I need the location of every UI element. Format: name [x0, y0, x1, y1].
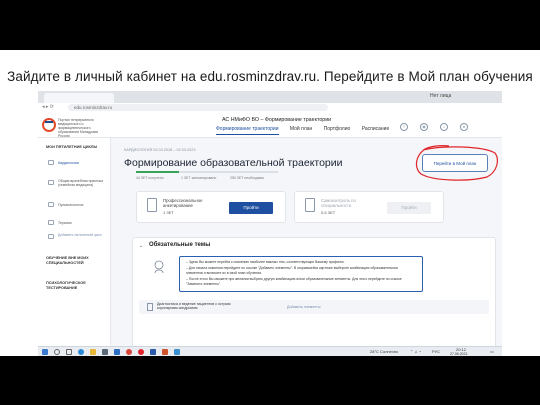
- document-icon: [147, 198, 157, 212]
- powerpoint-icon[interactable]: [162, 349, 168, 355]
- site-header: Портал непрерывного медицинского и фарма…: [38, 113, 502, 138]
- notification-icon[interactable]: ▭: [490, 349, 494, 354]
- cycle-icon: [48, 180, 54, 185]
- selfcontrol-go-button[interactable]: Пройти: [387, 202, 431, 214]
- page-title: Формирование образовательной траектории: [124, 157, 343, 169]
- search-icon[interactable]: [54, 349, 60, 355]
- sidebar: МОИ ПЯТИЛЕТНИЕ ЦИКЛЫ Кардиология Общая в…: [38, 138, 111, 356]
- survey-card: Профессиональное анкетирование 1 ЗЕТ Про…: [136, 191, 286, 223]
- taskbar: 28°C Солнечно ⌃ ♫ ◔ РУС 20:12 27.06.2021…: [38, 346, 502, 356]
- info-line: – Для начала освоения перейдите по ссылк…: [186, 266, 399, 270]
- sidebar-section-other[interactable]: ОБУЧЕНИЕ ВНЕ МОИХ СПЕЦИАЛЬНОСТЕЙ: [46, 256, 106, 265]
- browser-right-tab[interactable]: Нет лица: [430, 93, 451, 99]
- main-nav: Формирование траектории Мой план Портфол…: [216, 126, 399, 135]
- section-title: Обязательные темы: [149, 242, 211, 248]
- nav-schedule[interactable]: Расписание: [362, 126, 390, 132]
- language[interactable]: РУС: [432, 349, 440, 354]
- sidebar-section-psych[interactable]: ПСИХОЛОГИЧЕСКОЕ ТЕСТИРОВАНИЕ: [46, 281, 106, 290]
- sidebar-item-general-practice[interactable]: Общая врачебная практика (семейная медиц…: [58, 179, 108, 187]
- topic-title: Диагностика и ведение пациентов с острым…: [157, 302, 231, 310]
- progress-label-needed: 250 ЗЕТ необходимо: [230, 176, 265, 180]
- required-topics-section: ⌄ Обязательные темы – Здесь Вы можете пе…: [132, 237, 496, 356]
- nav-arrows-icon[interactable]: ◂ ▸ ⟳: [42, 104, 54, 110]
- photos-icon[interactable]: [174, 349, 180, 355]
- cycle-icon: [48, 160, 54, 165]
- bottom-black-band: [0, 356, 540, 405]
- browser-screenshot: Нет лица ◂ ▸ ⟳ edu.rosminzdrav.ru Портал…: [38, 91, 502, 356]
- card-title: Профессиональное анкетирование: [163, 198, 203, 208]
- store-icon[interactable]: [102, 349, 108, 355]
- topic-row: Диагностика и ведение пациентов с острым…: [139, 300, 489, 314]
- add-elements-link[interactable]: Добавить элементы: [287, 305, 320, 309]
- sidebar-section-cycles: МОИ ПЯТИЛЕТНИЕ ЦИКЛЫ: [46, 145, 98, 149]
- user-icon[interactable]: ●: [460, 123, 468, 131]
- card-title: Самоконтроль по специальности: [321, 198, 356, 208]
- selfcontrol-card: Самоконтроль по специальности 0,5 ЗЕТ Пр…: [294, 191, 444, 223]
- mail-icon[interactable]: [114, 349, 120, 355]
- browser-tab[interactable]: [44, 93, 114, 103]
- info-line: – Здесь Вы можете перейти к освоению наи…: [186, 260, 345, 264]
- info-box: – Здесь Вы можете перейти к освоению наи…: [179, 256, 423, 292]
- system-name: АС НМиФО ВО – Формирование траектории: [222, 117, 332, 123]
- breadcrumb: КАРДИОЛОГИЯ 02.03.2018 – 02.03.2023: [124, 148, 196, 152]
- add-icon: [48, 234, 54, 239]
- word-icon[interactable]: [150, 349, 156, 355]
- address-bar[interactable]: edu.rosminzdrav.ru: [68, 104, 328, 111]
- nav-portfolio[interactable]: Портфолио: [324, 126, 351, 132]
- logo-mark: [45, 121, 53, 129]
- weather[interactable]: 28°C Солнечно: [370, 349, 398, 354]
- sidebar-item-cardiology[interactable]: Кардиология: [58, 161, 108, 165]
- browser-yandex-icon[interactable]: [138, 349, 144, 355]
- card-credits: 0,5 ЗЕТ: [321, 210, 336, 215]
- sidebar-add-cycle[interactable]: Добавить пятилетний цикл: [58, 233, 108, 237]
- info-line: "Заменить элементы".: [186, 282, 222, 286]
- help-icon[interactable]: ?: [400, 123, 408, 131]
- progress-label-received: 44 ЗЕТ получено: [136, 176, 164, 180]
- progress-label-planned: 1 ЗЕТ запланировано: [181, 176, 217, 180]
- slide-title: Зайдите в личный кабинет на edu.rosminzd…: [7, 69, 533, 84]
- head-icon: [154, 260, 164, 274]
- progress-fill: [136, 171, 179, 173]
- info-line: – После этого Вы сможете при желании выб…: [186, 277, 402, 281]
- top-black-band: [0, 0, 540, 50]
- task-view-icon[interactable]: [66, 349, 72, 355]
- document-icon: [147, 303, 153, 311]
- folder-icon[interactable]: [90, 349, 96, 355]
- sidebar-item-pulmonology[interactable]: Пульмонология: [58, 203, 108, 207]
- cycle-icon: [48, 202, 54, 207]
- document-icon: [305, 198, 315, 212]
- nav-trajectory[interactable]: Формирование траектории: [216, 126, 279, 135]
- highlight-oval: [415, 145, 498, 181]
- bell-icon[interactable]: ♪: [440, 123, 448, 131]
- windows-start-icon[interactable]: [42, 349, 48, 355]
- chrome-icon[interactable]: [126, 349, 132, 355]
- browser-tab-strip: Нет лица: [38, 91, 502, 103]
- cycle-icon: [48, 220, 54, 225]
- tray-icons[interactable]: ⌃ ♫ ◔: [410, 349, 421, 354]
- org-name: Портал непрерывного медицинского и фарма…: [58, 118, 98, 138]
- credit-progress-bar: [136, 171, 278, 173]
- sidebar-item-therapy[interactable]: Терапия: [58, 221, 108, 225]
- survey-go-button[interactable]: Пройти: [229, 202, 273, 214]
- edge-icon[interactable]: [78, 349, 84, 355]
- eye-icon[interactable]: ◉: [420, 123, 428, 131]
- chevron-down-icon[interactable]: ⌄: [139, 243, 143, 249]
- info-line: элементов и включите их в свой план обуч…: [186, 271, 262, 275]
- nav-my-plan[interactable]: Мой план: [290, 126, 312, 132]
- card-credits: 1 ЗЕТ: [163, 210, 174, 215]
